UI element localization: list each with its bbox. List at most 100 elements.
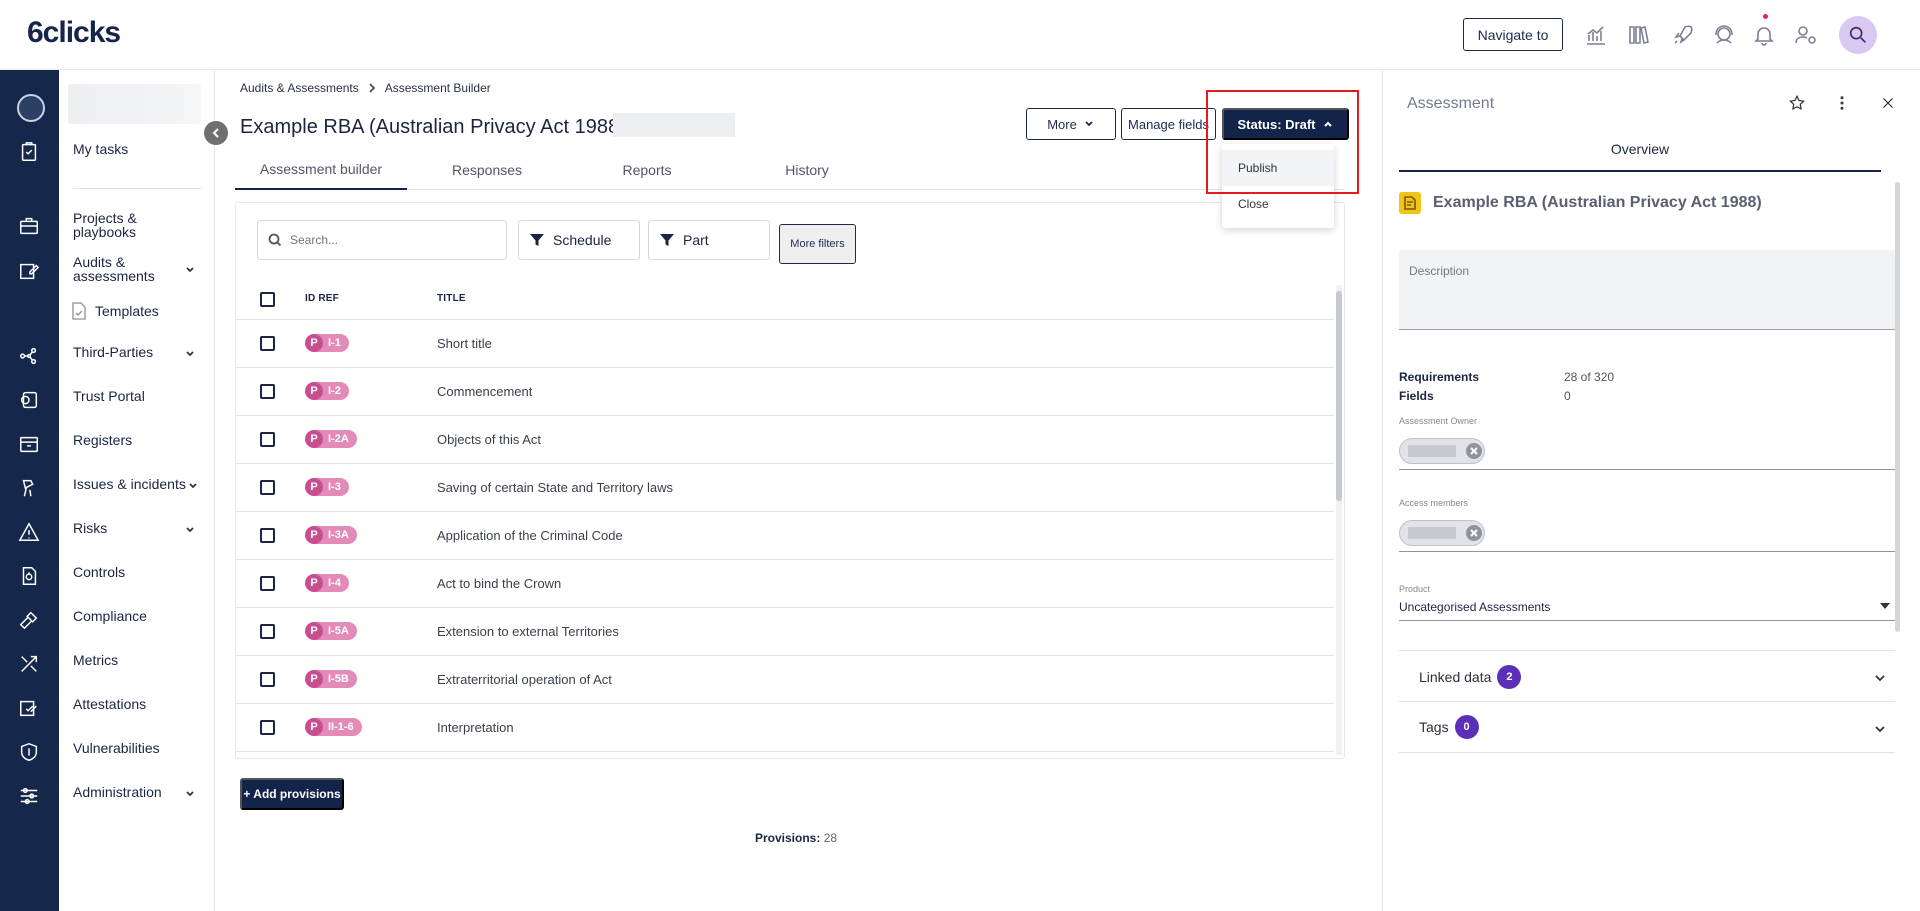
tab-assessment-builder[interactable]: Assessment builder (235, 150, 407, 190)
row-checkbox[interactable] (260, 624, 275, 639)
collapse-sidebar-button[interactable] (204, 121, 228, 145)
header-id-ref[interactable]: ID REF (305, 293, 339, 304)
more-vertical-icon[interactable] (1831, 92, 1853, 114)
nav-risks[interactable]: Risks (73, 521, 107, 535)
row-title[interactable]: Extension to external Territories (437, 624, 619, 639)
status-option-close[interactable]: Close (1222, 186, 1334, 222)
breadcrumb-parent[interactable]: Audits & Assessments (240, 81, 359, 95)
table-row[interactable]: P I-5A Extension to external Territories (236, 608, 1334, 656)
chevron-down-icon[interactable] (1873, 671, 1887, 685)
table-scrollbar[interactable] (1336, 285, 1342, 755)
library-icon[interactable] (1625, 22, 1651, 48)
brand-logo[interactable]: 6clicks (27, 16, 121, 50)
nav-my-tasks[interactable]: My tasks (73, 142, 128, 156)
row-title[interactable]: Extraterritorial operation of Act (437, 672, 612, 687)
row-checkbox[interactable] (260, 672, 275, 687)
nav-third-parties[interactable]: Third-Parties (73, 345, 153, 359)
row-checkbox[interactable] (260, 336, 275, 351)
tags-accordion[interactable]: Tags 0 (1399, 701, 1895, 753)
nav-vulnerabilities[interactable]: Vulnerabilities (73, 741, 160, 755)
support-icon[interactable] (1711, 22, 1737, 48)
schedule-filter[interactable]: Schedule (518, 220, 640, 260)
edit-icon[interactable] (17, 259, 41, 283)
row-title[interactable]: Short title (437, 336, 492, 351)
remove-icon[interactable] (1466, 525, 1482, 541)
network-icon[interactable] (17, 344, 41, 368)
nav-registers[interactable]: Registers (73, 433, 132, 447)
nav-controls[interactable]: Controls (73, 565, 125, 579)
trust-portal-icon[interactable] (17, 388, 41, 412)
row-checkbox[interactable] (260, 384, 275, 399)
status-option-publish[interactable]: Publish (1222, 150, 1334, 186)
user-settings-icon[interactable] (1793, 22, 1819, 48)
tab-history[interactable]: History (727, 150, 887, 190)
owner-chip[interactable] (1399, 438, 1485, 464)
row-title[interactable]: Objects of this Act (437, 432, 541, 447)
nav-trust-portal[interactable]: Trust Portal (73, 389, 145, 403)
linked-data-accordion[interactable]: Linked data 2 (1399, 650, 1895, 702)
sliders-icon[interactable] (17, 784, 41, 808)
warning-icon[interactable] (17, 520, 41, 544)
registers-icon[interactable] (17, 432, 41, 456)
shield-icon[interactable] (17, 740, 41, 764)
table-row[interactable]: P I-5B Extraterritorial operation of Act (236, 656, 1334, 704)
nav-projects-playbooks[interactable]: Projects & playbooks (73, 211, 183, 239)
tasks-icon[interactable] (17, 140, 41, 164)
nav-administration[interactable]: Administration (73, 785, 162, 799)
tab-responses[interactable]: Responses (407, 150, 567, 190)
add-provisions-button[interactable]: + Add provisions (240, 778, 344, 810)
row-title[interactable]: Commencement (437, 384, 532, 399)
manage-fields-button[interactable]: Manage fields (1121, 108, 1216, 140)
remove-icon[interactable] (1466, 443, 1482, 459)
table-row[interactable]: P I-3A Application of the Criminal Code (236, 512, 1334, 560)
row-title[interactable]: Application of the Criminal Code (437, 528, 623, 543)
row-checkbox[interactable] (260, 576, 275, 591)
table-row[interactable]: P I-3 Saving of certain State and Territor… (236, 464, 1334, 512)
table-row[interactable]: P I-4 Act to bind the Crown (236, 560, 1334, 608)
row-checkbox[interactable] (260, 432, 275, 447)
nav-attestations[interactable]: Attestations (73, 697, 146, 711)
row-checkbox[interactable] (260, 480, 275, 495)
product-select[interactable]: Uncategorised Assessments (1399, 600, 1550, 614)
close-icon[interactable] (1877, 92, 1899, 114)
more-button[interactable]: More (1026, 108, 1116, 140)
rail-avatar[interactable] (17, 94, 45, 122)
table-row[interactable]: P I-2 Commencement (236, 368, 1334, 416)
nav-issues-incidents[interactable]: Issues & incidents (73, 477, 186, 491)
status-button[interactable]: Status: Draft (1222, 108, 1349, 140)
nav-compliance[interactable]: Compliance (73, 609, 147, 623)
rocket-icon[interactable] (1670, 22, 1696, 48)
dropdown-arrow-icon[interactable] (1880, 603, 1890, 609)
chevron-down-icon[interactable] (187, 479, 199, 491)
table-row[interactable]: P I-2A Objects of this Act (236, 416, 1334, 464)
search-box[interactable] (257, 220, 507, 260)
user-avatar[interactable] (1839, 16, 1877, 54)
tab-overview[interactable]: Overview (1399, 128, 1881, 172)
chevron-down-icon[interactable] (1873, 722, 1887, 736)
header-title[interactable]: TITLE (437, 293, 466, 304)
table-row[interactable]: P I-1 Short title (236, 320, 1334, 368)
navigate-to-button[interactable]: Navigate to (1463, 18, 1563, 51)
member-chip[interactable] (1399, 520, 1485, 546)
select-all-checkbox[interactable] (260, 292, 275, 307)
chevron-down-icon[interactable] (184, 787, 196, 799)
tab-reports[interactable]: Reports (567, 150, 727, 190)
row-title[interactable]: Act to bind the Crown (437, 576, 561, 591)
controls-icon[interactable] (17, 564, 41, 588)
nav-metrics[interactable]: Metrics (73, 653, 118, 667)
description-field[interactable]: Description (1399, 250, 1895, 330)
scrollbar-thumb[interactable] (1336, 291, 1342, 501)
panel-scrollbar[interactable] (1895, 182, 1900, 632)
nav-audits-assessments[interactable]: Audits & assessments (73, 255, 173, 283)
briefcase-icon[interactable] (17, 214, 41, 238)
part-filter[interactable]: Part (648, 220, 770, 260)
bell-icon[interactable] (1751, 22, 1777, 48)
analytics-icon[interactable] (1583, 22, 1609, 48)
row-checkbox[interactable] (260, 528, 275, 543)
incidents-icon[interactable] (17, 476, 41, 500)
nav-templates[interactable]: Templates (71, 302, 159, 320)
search-input[interactable] (290, 233, 490, 247)
row-title[interactable]: Interpretation (437, 720, 514, 735)
star-icon[interactable] (1786, 92, 1808, 114)
table-row[interactable]: P II-1-6 Interpretation (236, 704, 1334, 752)
